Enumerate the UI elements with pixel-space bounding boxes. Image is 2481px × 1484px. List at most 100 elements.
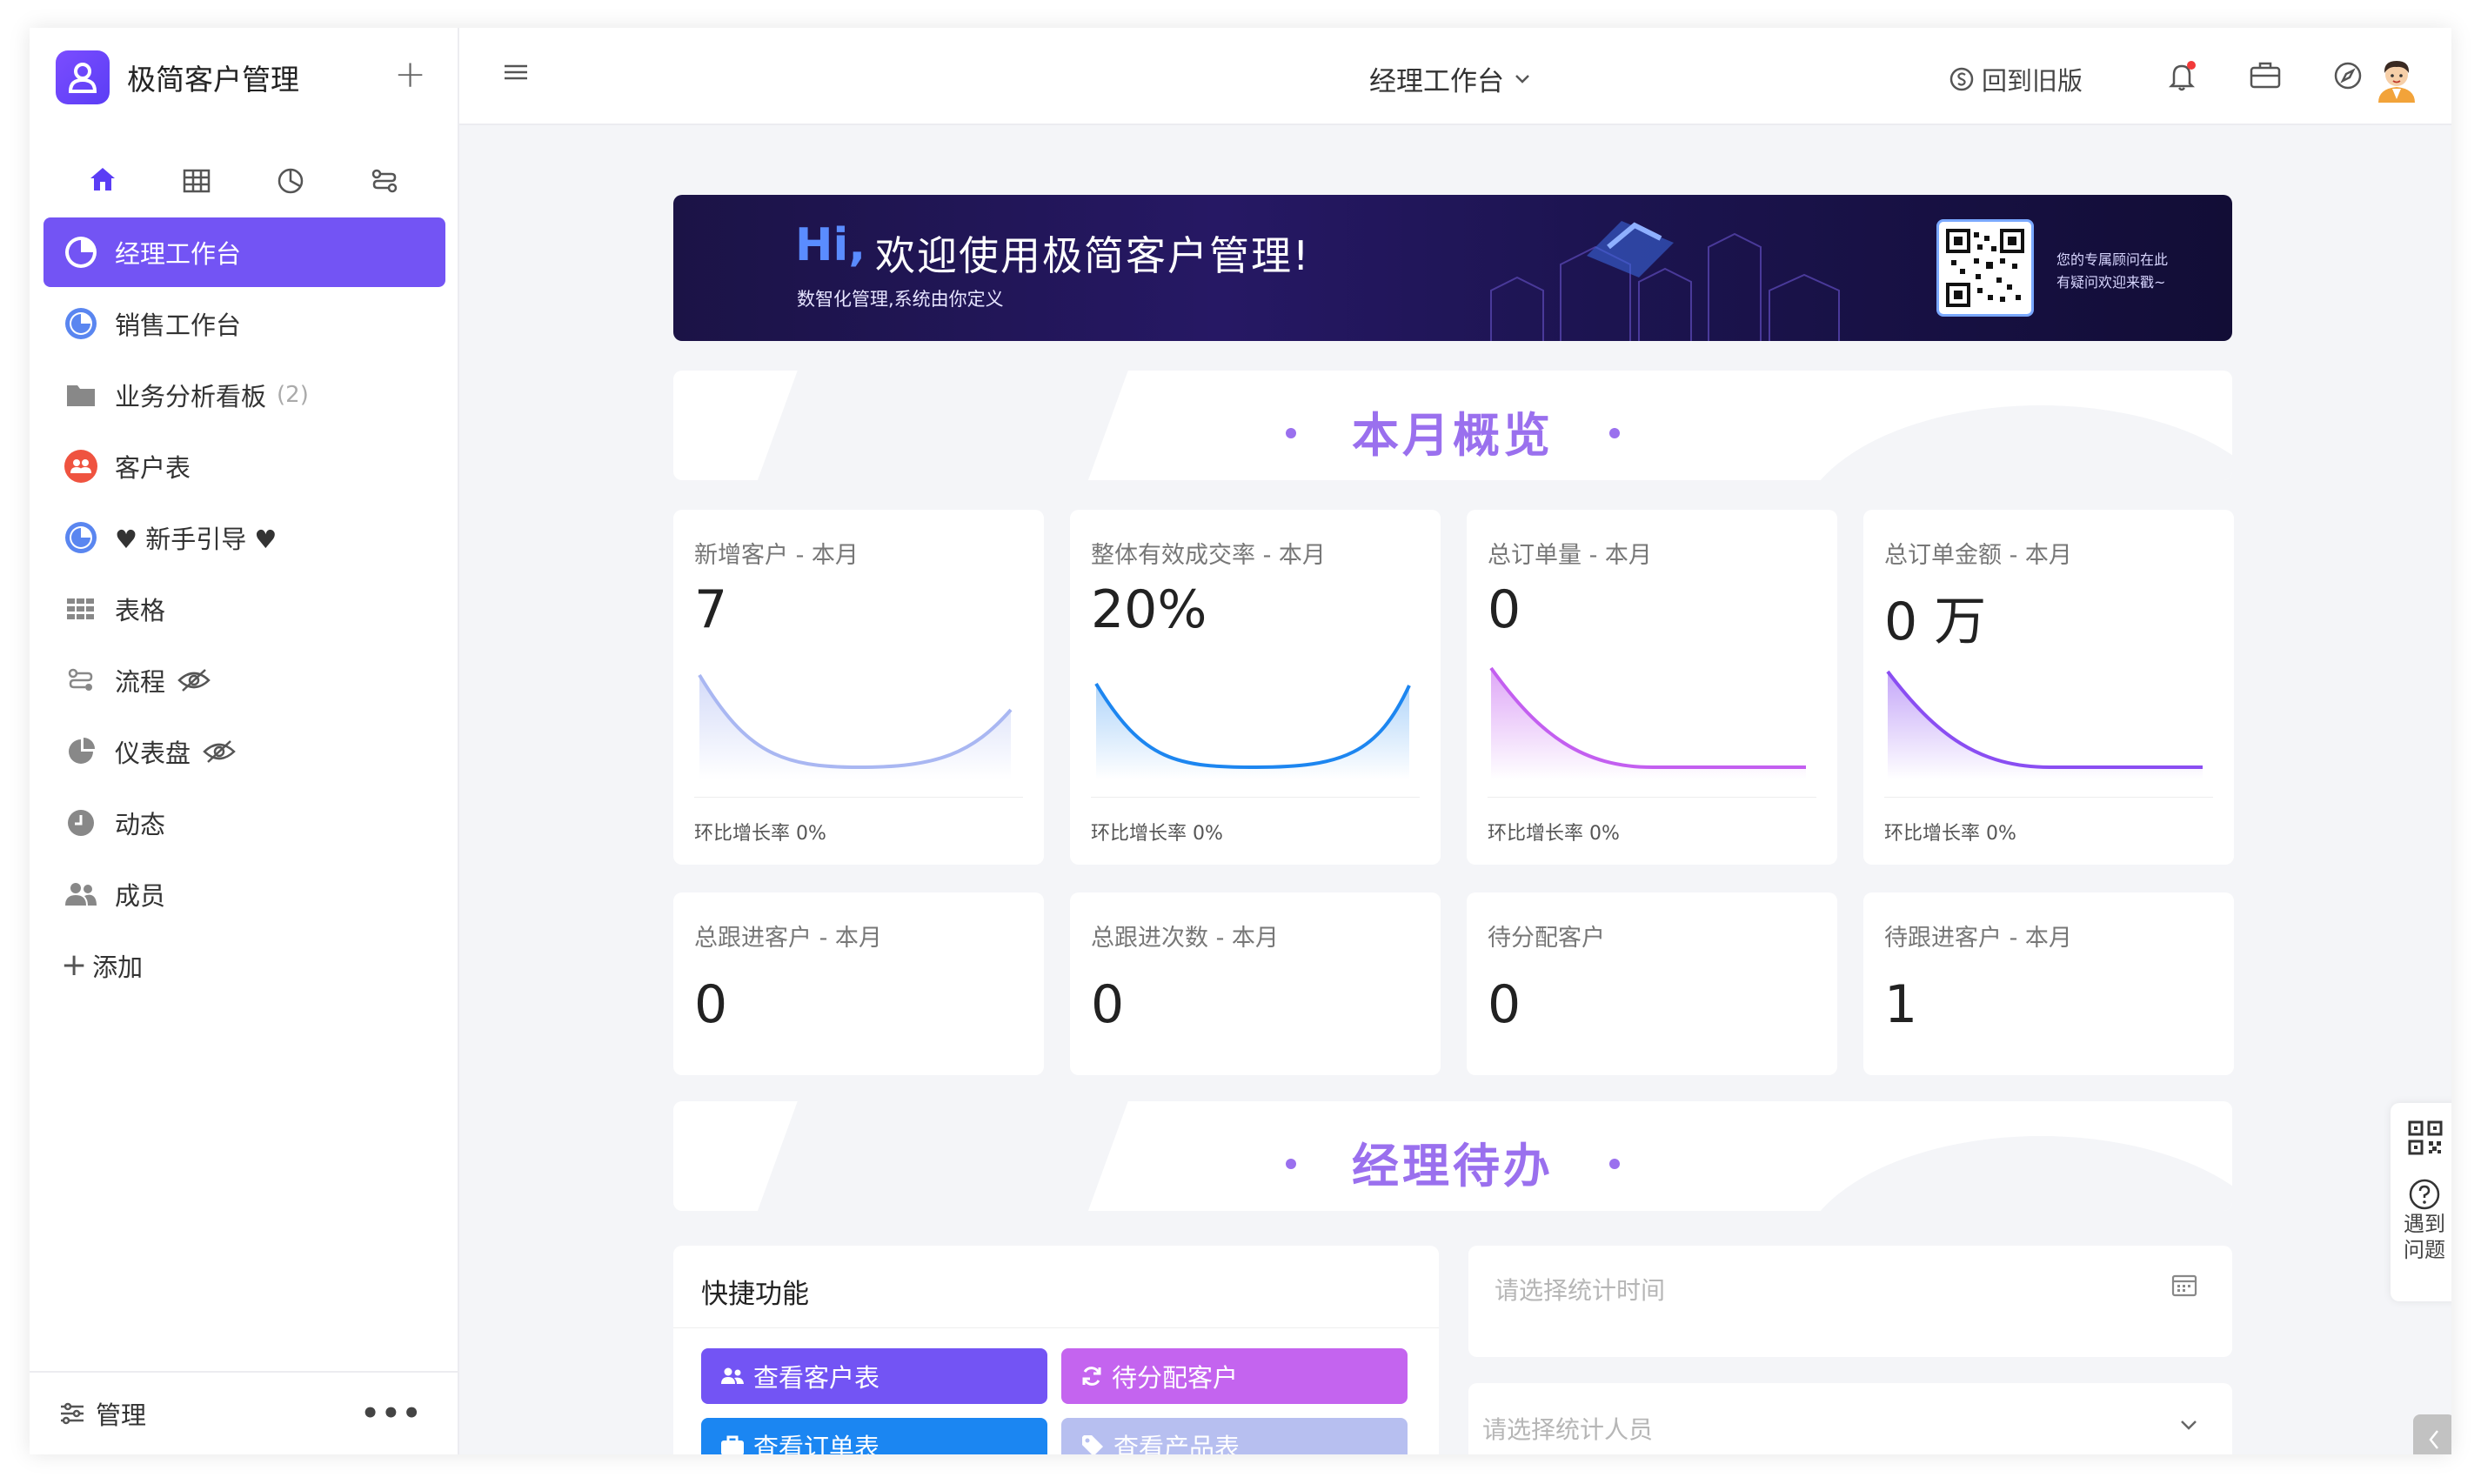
manage-button[interactable]: 管理 <box>96 1395 146 1432</box>
tab-home[interactable] <box>56 139 150 223</box>
banner-hi: Hi, <box>795 219 866 271</box>
chevron-down-icon <box>2180 1418 2197 1434</box>
qr-caption-line2: 有疑问欢迎来戳~ <box>2056 274 2166 291</box>
tag-icon <box>1082 1435 1103 1454</box>
tab-flow[interactable] <box>338 139 431 223</box>
divider <box>694 797 1023 798</box>
menu-icon[interactable] <box>503 63 529 85</box>
stat-label: 新增客户 - 本月 <box>694 542 859 569</box>
stat-label: 整体有效成交率 - 本月 <box>1091 542 1326 569</box>
briefcase-icon[interactable] <box>2250 61 2281 92</box>
app-logo <box>56 50 110 104</box>
app-title: 极简客户管理 <box>127 63 299 97</box>
stat-card-conversion-rate[interactable]: 整体有效成交率 - 本月 20% 环比增长率 0% <box>1070 510 1441 865</box>
growth-rate: 环比增长率 0% <box>1091 823 1223 845</box>
page-title: 经理工作台 <box>1369 66 1504 97</box>
view-products-button[interactable]: 查看产品表 <box>1061 1418 1408 1454</box>
bell-icon[interactable] <box>2168 61 2197 96</box>
compass-icon[interactable] <box>2333 61 2363 94</box>
sidebar-item-onboarding[interactable]: ♥ 新手引导 ♥ <box>43 503 445 572</box>
pie-chart-icon <box>61 518 101 558</box>
sidebar-item-dashboard[interactable]: 仪表盘 <box>43 717 445 786</box>
help-icon[interactable] <box>2408 1178 2441 1214</box>
chevron-down-icon <box>1515 74 1530 84</box>
hidden-eye-icon[interactable] <box>203 739 236 764</box>
avatar[interactable] <box>2373 54 2420 103</box>
add-app-button[interactable]: + <box>394 52 426 97</box>
stat-label: 总跟进次数 - 本月 <box>1091 925 1279 952</box>
qr-caption-line1: 您的专属顾问在此 <box>2056 251 2169 268</box>
stat-label: 总订单金额 - 本月 <box>1884 542 2072 569</box>
sidebar: 极简客户管理 + 经理工作台 销售工作台 业务分析看板 (2) 客户表 ♥ 新手… <box>30 28 459 1454</box>
section-title: 经理待办 <box>673 1127 2232 1196</box>
stat-card-total-orders[interactable]: 总订单量 - 本月 0 环比增长率 0% <box>1467 510 1837 865</box>
growth-rate: 环比增长率 0% <box>694 823 826 845</box>
stat-card-order-amount[interactable]: 总订单金额 - 本月 0 万 环比增长率 0% <box>1863 510 2234 865</box>
sidebar-item-flow[interactable]: 流程 <box>43 645 445 715</box>
tab-table[interactable] <box>150 139 244 223</box>
stat-card-unassigned-customers[interactable]: 待分配客户 0 <box>1467 892 1837 1075</box>
back-old-label: 回到旧版 <box>1982 66 2083 96</box>
sidebar-item-sales-workbench[interactable]: 销售工作台 <box>43 289 445 358</box>
help-label[interactable]: 遇到问题 <box>2391 1211 2451 1263</box>
stat-value: 7 <box>694 579 728 640</box>
sidebar-item-label: 业务分析看板 <box>115 382 267 411</box>
pie-chart-icon <box>61 304 101 344</box>
home-icon <box>90 168 115 191</box>
users-icon <box>721 1367 744 1384</box>
sidebar-item-label: 成员 <box>115 881 166 911</box>
grid-icon <box>61 589 101 629</box>
sidebar-item-label: 添加 <box>92 953 144 982</box>
sidebar-item-label: 动态 <box>115 810 166 839</box>
sidebar-item-label: 客户表 <box>115 453 191 483</box>
sidebar-tabs <box>56 139 438 224</box>
divider <box>673 1327 1439 1328</box>
qr-code-icon[interactable] <box>2408 1120 2443 1159</box>
back-to-old-version-button[interactable]: 回到旧版 <box>1949 61 2083 97</box>
unassigned-customers-button[interactable]: 待分配客户 <box>1061 1348 1408 1404</box>
stat-card-new-customers[interactable]: 新增客户 - 本月 7 环比增长率 0% <box>673 510 1044 865</box>
stat-card-pending-followup[interactable]: 待跟进客户 - 本月 1 <box>1863 892 2234 1075</box>
top-bar: 经理工作台 回到旧版 <box>459 28 2451 125</box>
sidebar-item-tables[interactable]: 表格 <box>43 574 445 644</box>
trend-chart <box>698 673 1013 779</box>
sidebar-item-customers[interactable]: 客户表 <box>43 431 445 501</box>
stat-card-followed-customers[interactable]: 总跟进客户 - 本月 0 <box>673 892 1044 1075</box>
divider <box>1488 797 1816 798</box>
welcome-banner: Hi, 欢迎使用极简客户管理! 数智化管理,系统由你定义 您的专属顾问在此 有疑… <box>673 195 2232 341</box>
stat-label: 总订单量 - 本月 <box>1488 542 1652 569</box>
sidebar-item-add[interactable]: + 添加 <box>43 931 445 1000</box>
sidebar-item-members[interactable]: 成员 <box>43 859 445 929</box>
refresh-icon <box>1082 1367 1101 1386</box>
tab-dashboard[interactable] <box>244 139 338 223</box>
view-orders-button[interactable]: 查看订单表 <box>701 1418 1047 1454</box>
chevron-left-icon <box>2427 1427 2441 1454</box>
hidden-eye-icon[interactable] <box>177 668 211 692</box>
users-icon <box>61 446 101 486</box>
sidebar-item-label: 仪表盘 <box>115 739 191 768</box>
stat-value: 0 <box>1091 974 1125 1035</box>
growth-rate: 环比增长率 0% <box>1884 823 2016 845</box>
sidebar-item-analysis-board[interactable]: 业务分析看板 (2) <box>43 360 445 430</box>
table-icon <box>183 169 211 193</box>
sidebar-item-manager-workbench[interactable]: 经理工作台 <box>43 217 445 287</box>
qr-code[interactable] <box>1936 219 2034 317</box>
folder-icon <box>61 375 101 415</box>
floating-help-panel: 遇到问题 <box>2391 1103 2451 1301</box>
calendar-icon <box>2171 1272 2197 1301</box>
stat-label: 待跟进客户 - 本月 <box>1884 925 2072 952</box>
briefcase-icon <box>721 1435 744 1454</box>
sidebar-footer: 管理 ••• <box>30 1371 458 1454</box>
page-switcher[interactable]: 经理工作台 <box>1369 59 1530 98</box>
members-icon <box>61 874 101 914</box>
sidebar-item-label: 表格 <box>115 596 166 625</box>
collapse-panel-button[interactable] <box>2413 1414 2451 1454</box>
growth-rate: 环比增长率 0% <box>1488 823 1620 845</box>
view-customers-button[interactable]: 查看客户表 <box>701 1348 1047 1404</box>
more-options-button[interactable]: ••• <box>361 1396 423 1431</box>
stat-time-picker[interactable]: 请选择统计时间 <box>1468 1246 2232 1357</box>
stat-card-follow-count[interactable]: 总跟进次数 - 本月 0 <box>1070 892 1441 1075</box>
stat-person-select[interactable]: 请选择统计人员 <box>1468 1383 2232 1454</box>
clock-icon <box>61 803 101 843</box>
sidebar-item-activity[interactable]: 动态 <box>43 788 445 858</box>
